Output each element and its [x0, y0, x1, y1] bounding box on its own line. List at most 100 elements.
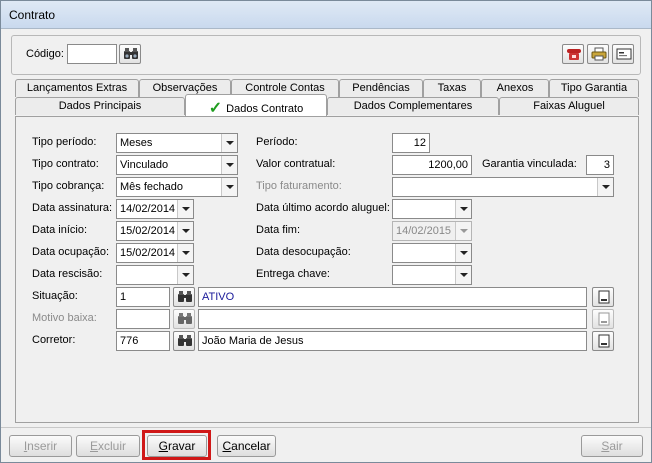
data-inicio-picker[interactable]: 15/02/2014	[116, 221, 194, 241]
tipo-contrato-value: Vinculado	[120, 159, 169, 171]
code-label: Código:	[26, 48, 64, 60]
code-input[interactable]	[67, 44, 117, 64]
corretor-label: Corretor:	[32, 334, 76, 346]
dropdown-arrow-icon	[455, 244, 471, 262]
binoculars-icon	[178, 291, 192, 302]
data-fim-label: Data fim:	[256, 224, 301, 236]
cancelar-button[interactable]: Cancelar	[217, 435, 276, 457]
title-bar: Contrato	[1, 1, 651, 29]
data-desocupacao-picker[interactable]	[392, 243, 472, 263]
tipo-faturamento-label: Tipo faturamento:	[256, 180, 342, 192]
situacao-code-input[interactable]: 1	[116, 287, 170, 307]
dropdown-arrow-icon	[221, 156, 237, 174]
data-inicio-label: Data início:	[32, 224, 88, 236]
dropdown-arrow-icon	[455, 266, 471, 284]
tab-dados-contrato[interactable]: ✓ Dados Contrato	[185, 94, 327, 117]
card-button[interactable]	[612, 44, 634, 64]
corretor-code-input[interactable]: 776	[116, 331, 170, 351]
data-ultimo-acordo-picker[interactable]	[392, 199, 472, 219]
tab-faixas-aluguel[interactable]: Faixas Aluguel	[499, 97, 639, 115]
dados-contrato-panel: Tipo período: Meses Período: 12 Tipo con…	[15, 116, 639, 423]
check-icon: ✓	[208, 100, 223, 117]
tab-pendencias[interactable]: Pendências	[339, 79, 423, 97]
periodo-label: Período:	[256, 136, 298, 148]
garantia-vinculada-label: Garantia vinculada:	[482, 158, 577, 170]
tab-dados-principais[interactable]: Dados Principais	[15, 97, 185, 115]
motivo-baixa-desc-input[interactable]	[198, 309, 587, 329]
data-ultimo-acordo-label: Data último acordo aluguel:	[256, 202, 390, 214]
entrega-chave-label: Entrega chave:	[256, 268, 330, 280]
card-icon	[616, 48, 632, 60]
tipo-contrato-select[interactable]: Vinculado	[116, 155, 238, 175]
data-ocupacao-picker[interactable]: 15/02/2014	[116, 243, 194, 263]
corretor-desc-input[interactable]: João Maria de Jesus	[198, 331, 587, 351]
tipo-cobranca-select[interactable]: Mês fechado	[116, 177, 238, 197]
data-assinatura-label: Data assinatura:	[32, 202, 113, 214]
contrato-window: Contrato Código: Lançamentos Extras Obse…	[0, 0, 652, 463]
dropdown-arrow-icon	[221, 134, 237, 152]
valor-contratual-label: Valor contratual:	[256, 158, 336, 170]
data-desocupacao-label: Data desocupação:	[256, 246, 351, 258]
phone-icon	[567, 49, 581, 60]
data-ocupacao-label: Data ocupação:	[32, 246, 110, 258]
tipo-cobranca-value: Mês fechado	[120, 181, 183, 193]
data-inicio-value: 15/02/2014	[120, 225, 176, 237]
tab-dados-complementares[interactable]: Dados Complementares	[327, 97, 499, 115]
corretor-search-button[interactable]	[173, 331, 195, 351]
tipo-cobranca-label: Tipo cobrança:	[32, 180, 105, 192]
sair-button[interactable]: Sair	[581, 435, 643, 457]
tipo-periodo-select[interactable]: Meses	[116, 133, 238, 153]
data-assinatura-value: 14/02/2014	[120, 203, 176, 215]
data-fim-picker: 14/02/2015	[392, 221, 472, 241]
dropdown-arrow-icon	[221, 178, 237, 196]
code-panel: Código:	[11, 35, 641, 75]
situacao-desc-input[interactable]: ATIVO	[198, 287, 587, 307]
dropdown-arrow-icon	[455, 222, 471, 240]
tipo-faturamento-select[interactable]	[392, 177, 614, 197]
document-icon	[598, 334, 610, 348]
printer-icon	[591, 47, 607, 61]
motivo-baixa-detail-button[interactable]	[592, 309, 614, 329]
situacao-search-button[interactable]	[173, 287, 195, 307]
data-fim-value: 14/02/2015	[396, 225, 452, 237]
excluir-button[interactable]: Excluir	[76, 435, 140, 457]
data-ocupacao-value: 15/02/2014	[120, 247, 176, 259]
binoculars-icon	[178, 313, 192, 324]
periodo-input[interactable]: 12	[392, 133, 430, 153]
entrega-chave-picker[interactable]	[392, 265, 472, 285]
inserir-button[interactable]: Inserir	[9, 435, 72, 457]
dropdown-arrow-icon	[177, 200, 193, 218]
binoculars-icon	[124, 48, 138, 59]
window-title: Contrato	[9, 8, 56, 22]
dropdown-arrow-icon	[177, 244, 193, 262]
garantia-vinculada-input[interactable]: 3	[586, 155, 614, 175]
phone-button[interactable]	[562, 44, 584, 64]
binoculars-icon	[178, 335, 192, 346]
dropdown-arrow-icon	[177, 222, 193, 240]
code-search-button[interactable]	[119, 44, 141, 64]
data-assinatura-picker[interactable]: 14/02/2014	[116, 199, 194, 219]
valor-contratual-input[interactable]: 1200,00	[392, 155, 472, 175]
tipo-periodo-label: Tipo período:	[32, 136, 97, 148]
tab-tipo-garantia[interactable]: Tipo Garantia	[549, 79, 639, 97]
tab-anexos[interactable]: Anexos	[481, 79, 549, 97]
data-rescisao-label: Data rescisão:	[32, 268, 103, 280]
tab-taxas[interactable]: Taxas	[423, 79, 481, 97]
corretor-detail-button[interactable]	[592, 331, 614, 351]
dropdown-arrow-icon	[177, 266, 193, 284]
motivo-baixa-code-input[interactable]	[116, 309, 170, 329]
tab-lancamentos-extras[interactable]: Lançamentos Extras	[15, 79, 139, 97]
dropdown-arrow-icon	[455, 200, 471, 218]
situacao-label: Situação:	[32, 290, 78, 302]
document-icon	[598, 312, 610, 326]
motivo-baixa-search-button[interactable]	[173, 309, 195, 329]
situacao-detail-button[interactable]	[592, 287, 614, 307]
tipo-periodo-value: Meses	[120, 137, 153, 149]
tab-dados-contrato-label: Dados Contrato	[226, 103, 304, 115]
gravar-highlight-box	[142, 430, 211, 460]
dropdown-arrow-icon	[597, 178, 613, 196]
motivo-baixa-label: Motivo baixa:	[32, 312, 97, 324]
data-rescisao-picker[interactable]	[116, 265, 194, 285]
document-icon	[598, 290, 610, 304]
printer-button[interactable]	[587, 44, 609, 64]
